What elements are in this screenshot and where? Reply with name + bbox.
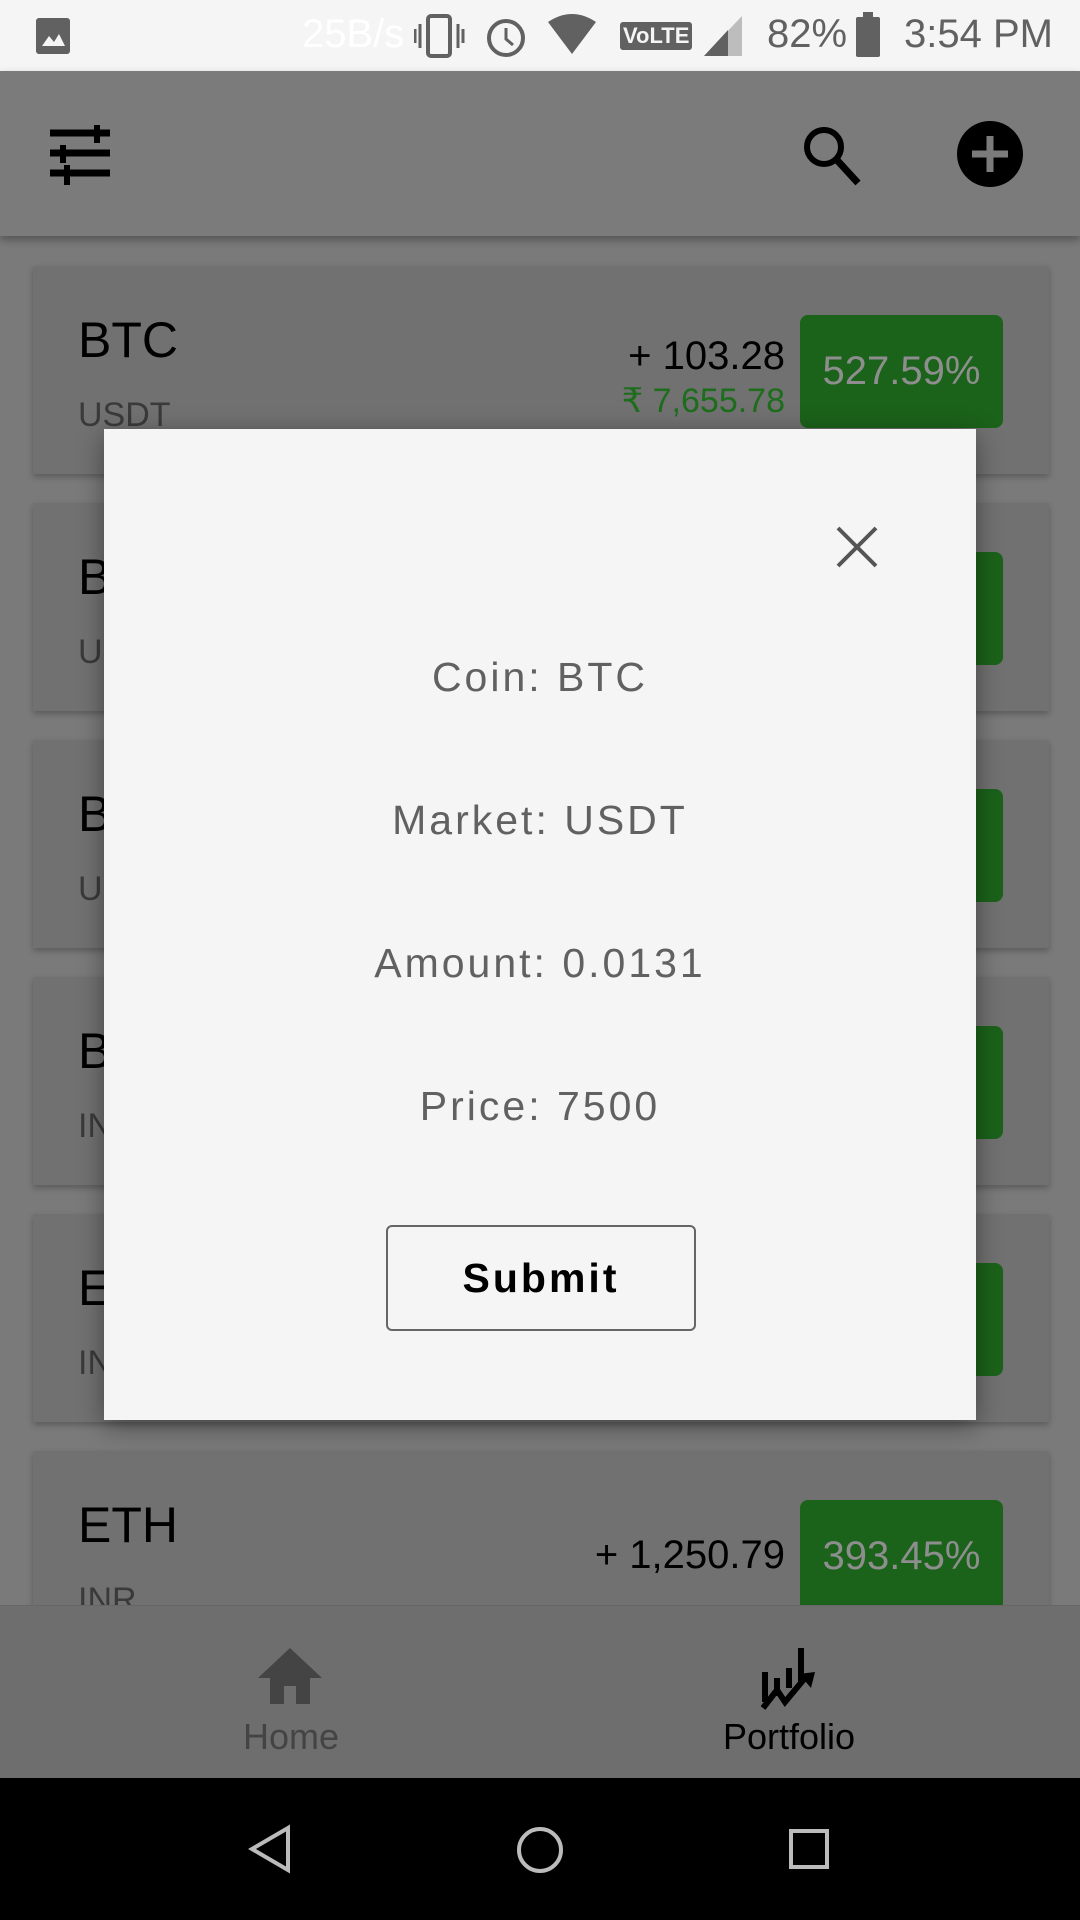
vibrate-icon: [414, 14, 465, 58]
back-icon[interactable]: [248, 1824, 292, 1874]
nav-portfolio-label: Portfolio: [722, 1716, 856, 1757]
system-nav-bar: [0, 1778, 1080, 1920]
coin-symbol: BTC: [78, 312, 178, 368]
coin-text: Coin: BTC: [431, 654, 649, 700]
change-amount: + 103.28: [628, 334, 785, 378]
clock: 3:54 PM: [904, 12, 1053, 56]
gallery-icon: [36, 18, 70, 54]
net-speed: 25B/s: [302, 12, 405, 56]
recents-icon[interactable]: [788, 1828, 830, 1870]
close-icon[interactable]: [834, 524, 880, 570]
confirm-dialog: Coin: BTC Market: USDT Amount: 0.0131 Pr…: [104, 429, 976, 1420]
signal-icon: [704, 16, 742, 56]
percent-badge: 527.59%: [800, 315, 1003, 428]
change-amount: + 1,250.79: [594, 1533, 785, 1577]
battery-icon: [856, 12, 880, 57]
inr-value: ₹ 7,655.78: [621, 382, 785, 420]
home-icon: [258, 1648, 322, 1704]
app-bar: [0, 71, 1080, 236]
filter-icon[interactable]: [48, 123, 112, 187]
status-bar: 25B/s VoLTE 82% 3:54 PM: [0, 0, 1080, 71]
market-text: Market: USDT: [392, 797, 688, 843]
submit-button[interactable]: Submit: [386, 1225, 696, 1331]
nav-home-label: Home: [242, 1716, 340, 1757]
price-text: Price: 7500: [419, 1083, 661, 1129]
portfolio-chart-icon: [760, 1648, 815, 1710]
volte-badge: VoLTE: [620, 22, 693, 50]
wifi-icon: [548, 14, 596, 54]
home-circle-icon[interactable]: [516, 1826, 564, 1874]
bottom-nav: Home Portfolio: [0, 1605, 1080, 1778]
amount-text: Amount: 0.0131: [374, 940, 706, 986]
alarm-icon: [487, 19, 525, 57]
coin-symbol: ETH: [78, 1497, 178, 1553]
search-icon[interactable]: [800, 123, 864, 187]
add-circle-icon[interactable]: [956, 120, 1024, 188]
nav-portfolio[interactable]: Portfolio: [519, 1606, 1059, 1779]
battery-percent: 82%: [767, 12, 848, 56]
percent-badge: 393.45%: [800, 1500, 1003, 1613]
nav-home[interactable]: Home: [21, 1606, 561, 1779]
